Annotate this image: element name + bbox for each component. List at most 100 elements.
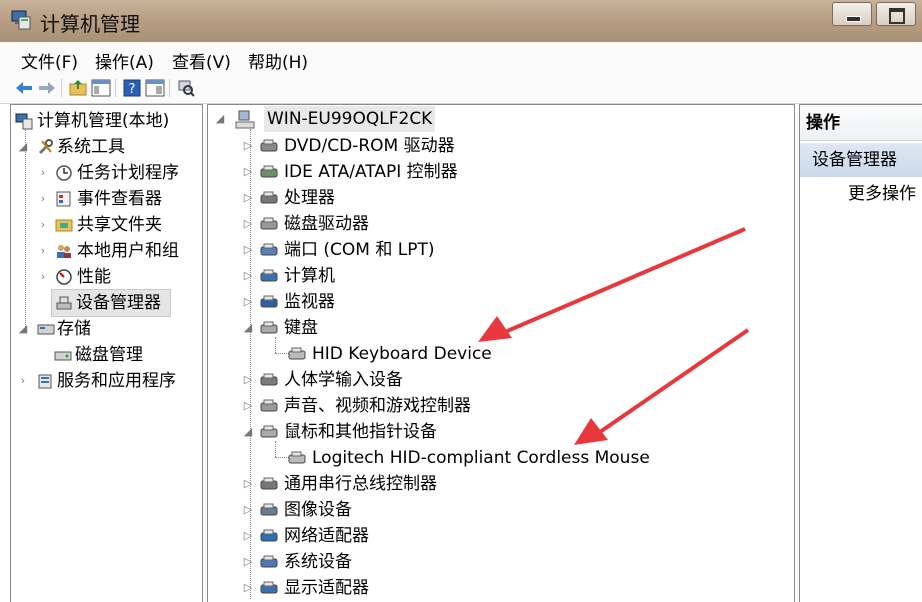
disk-drive-icon (260, 217, 278, 230)
device-label: 计算机 (284, 266, 335, 286)
ide-controller-icon (260, 165, 278, 178)
tree-label: 共享文件夹 (77, 215, 162, 235)
collapse-triangle-icon[interactable]: ◢ (17, 134, 29, 160)
users-icon (57, 245, 71, 258)
expand-triangle-icon[interactable]: ▷ (242, 393, 254, 419)
actions-section-device-manager[interactable]: 设备管理器 (800, 143, 922, 177)
tree-label: 任务计划程序 (77, 163, 179, 183)
actions-pane: 操作 设备管理器 更多操作 (799, 104, 922, 602)
collapse-triangle-icon[interactable]: ◢ (214, 106, 226, 132)
device-label: 声音、视频和游戏控制器 (284, 396, 471, 416)
mouse-device-icon (288, 451, 306, 464)
collapse-triangle-icon[interactable]: ◢ (17, 316, 29, 342)
collapse-triangle-icon[interactable]: ◢ (242, 419, 254, 445)
device-label: 网络适配器 (284, 526, 369, 546)
device-label: Logitech HID-compliant Cordless Mouse (312, 448, 650, 468)
svg-text:?: ? (129, 82, 136, 97)
navigation-tree: 计算机管理(本地) ◢ 系统工具 › 任务计划程序 › 事件查看器 › 共享文件… (10, 104, 203, 602)
usb-icon (260, 477, 278, 490)
computer-name: WIN-EU99OQLF2CK (264, 106, 436, 132)
tree-label: 本地用户和组 (77, 241, 179, 261)
device-label: 图像设备 (284, 500, 352, 520)
expand-triangle-icon[interactable]: ▷ (242, 523, 254, 549)
tree-label: 服务和应用程序 (57, 371, 176, 391)
expand-triangle-icon[interactable]: ▷ (242, 575, 254, 601)
computer-icon (235, 110, 255, 129)
keyboard-device-icon (288, 347, 306, 360)
more-actions-link[interactable]: 更多操作 (848, 181, 916, 207)
sound-icon (260, 399, 278, 412)
window-title: 计算机管理 (40, 12, 140, 36)
menu-file[interactable]: 文件(F) (21, 48, 78, 73)
toolbar: ? (0, 73, 922, 104)
expand-triangle-icon[interactable]: ▷ (242, 263, 254, 289)
expand-chevron-icon[interactable]: › (37, 238, 49, 264)
tree-label: 磁盘管理 (75, 345, 143, 365)
actions-header: 操作 (800, 105, 922, 141)
expand-triangle-icon[interactable]: ▷ (242, 133, 254, 159)
menu-action[interactable]: 操作(A) (95, 48, 154, 73)
tree-item-device-manager[interactable]: 设备管理器 (51, 289, 171, 317)
device-label: IDE ATA/ATAPI 控制器 (284, 162, 458, 182)
device-label: 人体学输入设备 (284, 370, 403, 390)
tree-label: 存储 (57, 319, 91, 339)
expand-chevron-icon[interactable]: › (37, 186, 49, 212)
tools-icon (38, 139, 53, 155)
performance-icon (56, 269, 72, 285)
device-label: 处理器 (284, 188, 335, 208)
device-label: 键盘 (284, 318, 318, 338)
computer-management-icon (11, 10, 31, 30)
display-adapter-icon (260, 581, 278, 594)
minimize-button[interactable] (832, 2, 872, 26)
help-icon[interactable]: ? (122, 78, 142, 98)
tree-guide (275, 457, 289, 458)
expand-chevron-icon[interactable]: › (37, 264, 49, 290)
event-viewer-icon (56, 191, 71, 207)
device-label: HID Keyboard Device (312, 344, 492, 364)
expand-chevron-icon[interactable]: › (17, 368, 29, 394)
tree-label: 系统工具 (57, 137, 125, 157)
shared-folder-icon (55, 219, 73, 232)
imaging-icon (260, 503, 278, 516)
device-label: 通用串行总线控制器 (284, 474, 437, 494)
expand-triangle-icon[interactable]: ▷ (242, 237, 254, 263)
expand-triangle-icon[interactable]: ▷ (242, 211, 254, 237)
tree-label: 性能 (77, 267, 111, 287)
device-label: 磁盘驱动器 (284, 214, 369, 234)
forward-arrow-icon[interactable] (37, 78, 57, 98)
expand-chevron-icon[interactable]: › (37, 212, 49, 238)
expand-triangle-icon[interactable]: ▷ (242, 549, 254, 575)
device-manager-icon (56, 296, 72, 310)
network-icon (260, 529, 278, 542)
expand-chevron-icon[interactable]: › (37, 160, 49, 186)
properties-pane-icon[interactable] (145, 78, 165, 98)
show-hide-tree-icon[interactable] (91, 78, 111, 98)
menu-help[interactable]: 帮助(H) (248, 48, 308, 73)
device-label: DVD/CD-ROM 驱动器 (284, 136, 455, 156)
menu-bar: 文件(F) 操作(A) 查看(V) 帮助(H) (0, 42, 922, 74)
storage-icon (37, 324, 55, 335)
expand-triangle-icon[interactable]: ▷ (242, 185, 254, 211)
keyboard-icon (260, 321, 278, 334)
device-tree: ◢ WIN-EU99OQLF2CK ▷ DVD/CD-ROM 驱动器 ▷ IDE AT… (207, 104, 795, 602)
tree-guide (275, 441, 276, 457)
expand-triangle-icon[interactable]: ▷ (242, 159, 254, 185)
expand-triangle-icon[interactable]: ▷ (242, 497, 254, 523)
up-folder-icon[interactable] (68, 78, 88, 98)
processor-icon (260, 191, 278, 204)
menu-view[interactable]: 查看(V) (172, 48, 231, 73)
expand-triangle-icon[interactable]: ▷ (242, 289, 254, 315)
back-arrow-icon[interactable] (14, 78, 34, 98)
expand-triangle-icon[interactable]: ▷ (242, 471, 254, 497)
device-label: 显示适配器 (284, 578, 369, 598)
dvd-drive-icon (260, 139, 278, 152)
monitor-icon (260, 295, 278, 308)
tree-guide (275, 353, 289, 354)
system-device-icon (260, 555, 278, 568)
title-bar: 计算机管理 (0, 0, 922, 42)
collapse-triangle-icon[interactable]: ◢ (242, 315, 254, 341)
maximize-button[interactable] (876, 2, 916, 26)
scan-hardware-icon[interactable] (176, 78, 196, 98)
expand-triangle-icon[interactable]: ▷ (242, 367, 254, 393)
tree-label: 设备管理器 (76, 293, 161, 313)
